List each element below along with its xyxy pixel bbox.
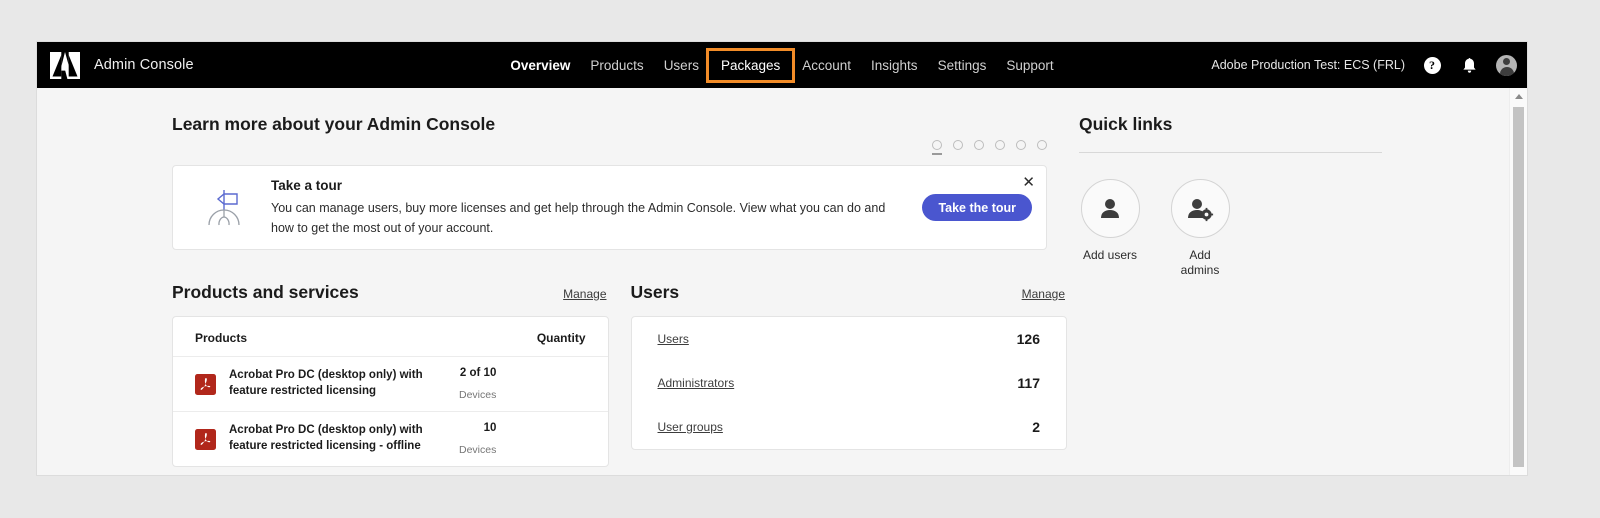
carousel-dot-6[interactable] [1037,140,1047,150]
add-admin-icon [1171,179,1230,238]
signpost-icon [201,185,247,231]
product-name: Acrobat Pro DC (desktop only) with featu… [229,423,459,454]
list-item: Administrators 117 [632,361,1067,405]
page-title: Learn more about your Admin Console [172,114,495,135]
bell-icon-glyph [1462,57,1477,74]
product-quantity-unit: Devices [459,444,496,456]
nav-item-account[interactable]: Account [792,52,861,79]
users-panel: Users Manage Users 126 Administrators [631,282,1068,467]
nav-item-overview[interactable]: Overview [500,52,580,79]
adobe-logo-icon [50,52,80,79]
take-a-tour-card: Take a tour You can manage users, buy mo… [172,165,1047,250]
column-header-products: Products [195,331,247,345]
nav-item-support[interactable]: Support [996,52,1063,79]
pdf-glyph [198,432,213,447]
administrators-link[interactable]: Administrators [658,376,735,390]
layout-columns: Learn more about your Admin Console [37,88,1510,467]
nav-item-packages[interactable]: Packages [709,51,792,80]
tour-title: Take a tour [271,178,912,193]
user-groups-link[interactable]: User groups [658,420,723,434]
product-quantity-unit: Devices [459,389,496,401]
user-avatar-icon[interactable] [1496,55,1517,76]
pdf-glyph [198,377,213,392]
bell-icon[interactable] [1459,55,1479,75]
nav-right-area: Adobe Production Test: ECS (FRL) ? [1211,42,1527,88]
products-manage-link[interactable]: Manage [563,287,606,301]
administrators-count: 117 [1017,375,1040,391]
product-quantity-cell: 2 of 10 Devices [459,367,496,401]
help-icon[interactable]: ? [1422,55,1442,75]
take-the-tour-button[interactable]: Take the tour [922,194,1032,221]
browser-window: Admin Console Overview Products Users Pa… [37,42,1527,475]
nav-item-settings[interactable]: Settings [928,52,997,79]
top-navigation-bar: Admin Console Overview Products Users Pa… [37,42,1527,88]
brand-area: Admin Console [37,52,194,79]
add-admin-glyph [1186,196,1214,222]
scroll-up-arrow-icon[interactable] [1510,88,1527,105]
quick-link-label: Add admins [1169,248,1231,279]
products-card: Products Quantity Acrobat [172,316,609,467]
users-panel-header: Users Manage [631,282,1068,303]
quick-links-title: Quick links [1079,88,1409,135]
products-and-services-panel: Products and services Manage Products Qu… [172,282,609,467]
tour-text-block: Take a tour You can manage users, buy mo… [271,178,922,238]
carousel-dot-3[interactable] [974,140,984,150]
scroll-content: Learn more about your Admin Console [37,88,1510,475]
carousel-dot-5[interactable] [1016,140,1026,150]
main-column: Learn more about your Admin Console [172,88,1067,467]
quick-link-add-users[interactable]: Add users [1079,179,1141,279]
column-header-quantity: Quantity [537,331,586,345]
users-manage-link[interactable]: Manage [1022,287,1065,301]
users-count: 126 [1017,331,1040,347]
carousel-dot-1[interactable] [932,140,942,150]
table-row[interactable]: Acrobat Pro DC (desktop only) with featu… [173,412,608,466]
user-groups-count: 2 [1032,419,1040,435]
quick-link-label: Add users [1079,248,1141,263]
quick-link-add-admins[interactable]: Add admins [1169,179,1231,279]
product-quantity-value: 2 of 10 [459,367,496,379]
list-item: Users 126 [632,317,1067,361]
vertical-scrollbar[interactable] [1509,88,1527,475]
list-item: User groups 2 [632,405,1067,449]
nav-items: Overview Products Users Packages Account… [500,51,1063,80]
product-quantity-cell: 10 Devices [459,422,496,456]
acrobat-pdf-icon [195,429,216,450]
users-card: Users 126 Administrators 117 User groups… [631,316,1068,450]
acrobat-pdf-icon [195,374,216,395]
users-link[interactable]: Users [658,332,689,346]
tour-description: You can manage users, buy more licenses … [271,198,896,238]
product-quantity-value: 10 [459,422,496,434]
products-panel-header: Products and services Manage [172,282,609,303]
organization-name: Adobe Production Test: ECS (FRL) [1211,58,1405,72]
product-name: Acrobat Pro DC (desktop only) with featu… [229,368,459,399]
products-table-header: Products Quantity [173,317,608,357]
carousel-dot-2[interactable] [953,140,963,150]
close-icon[interactable]: ✕ [1022,175,1035,190]
carousel-dot-4[interactable] [995,140,1005,150]
add-user-icon [1081,179,1140,238]
scrollbar-thumb[interactable] [1513,107,1524,467]
page-body: Learn more about your Admin Console [37,88,1527,475]
add-user-glyph [1097,196,1123,222]
brand-title: Admin Console [94,57,194,73]
nav-item-insights[interactable]: Insights [861,52,928,79]
table-row[interactable]: Acrobat Pro DC (desktop only) with featu… [173,357,608,412]
nav-item-users[interactable]: Users [654,52,709,79]
quick-links-items: Add users [1079,153,1409,279]
lower-panels: Products and services Manage Products Qu… [172,282,1067,467]
carousel-dots [932,114,1067,150]
nav-item-products[interactable]: Products [580,52,653,79]
quick-links-column: Quick links Add users [1067,88,1409,467]
help-glyph: ? [1424,57,1441,74]
carousel-header: Learn more about your Admin Console [172,88,1067,150]
users-panel-title: Users [631,282,680,303]
products-panel-title: Products and services [172,282,359,303]
